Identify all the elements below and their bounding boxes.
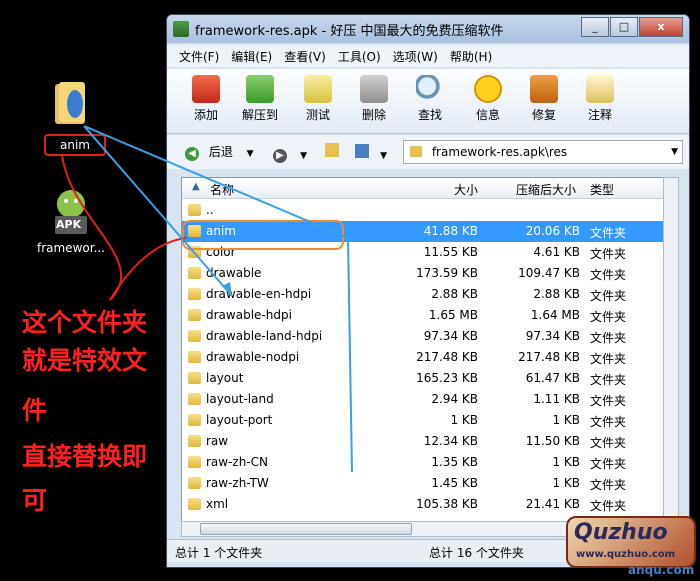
watermark-sub: www.quzhuo.com [576, 549, 676, 560]
watermark-logo: Quzhuo www.quzhuo.com [566, 516, 696, 568]
annotation-arrows [61, 125, 353, 473]
watermark-main: Quzhuo [574, 520, 668, 545]
watermark-under: anqu.com [628, 563, 695, 577]
